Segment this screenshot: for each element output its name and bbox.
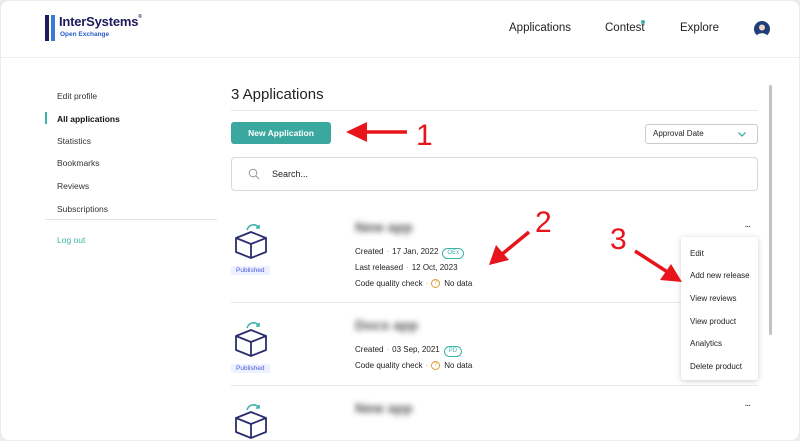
page-frame: InterSystems® Open Exchange Applications… [1, 1, 799, 440]
annotation-number-3: 3 [610, 223, 627, 256]
annotation-arrows [346, 122, 682, 282]
annotation-arrow-3 [634, 249, 682, 282]
annotation-number-1: 1 [416, 119, 433, 152]
annotation-arrow-2 [489, 230, 531, 265]
annotation-arrow-1 [346, 122, 407, 142]
annotation-number-2: 2 [535, 206, 552, 239]
